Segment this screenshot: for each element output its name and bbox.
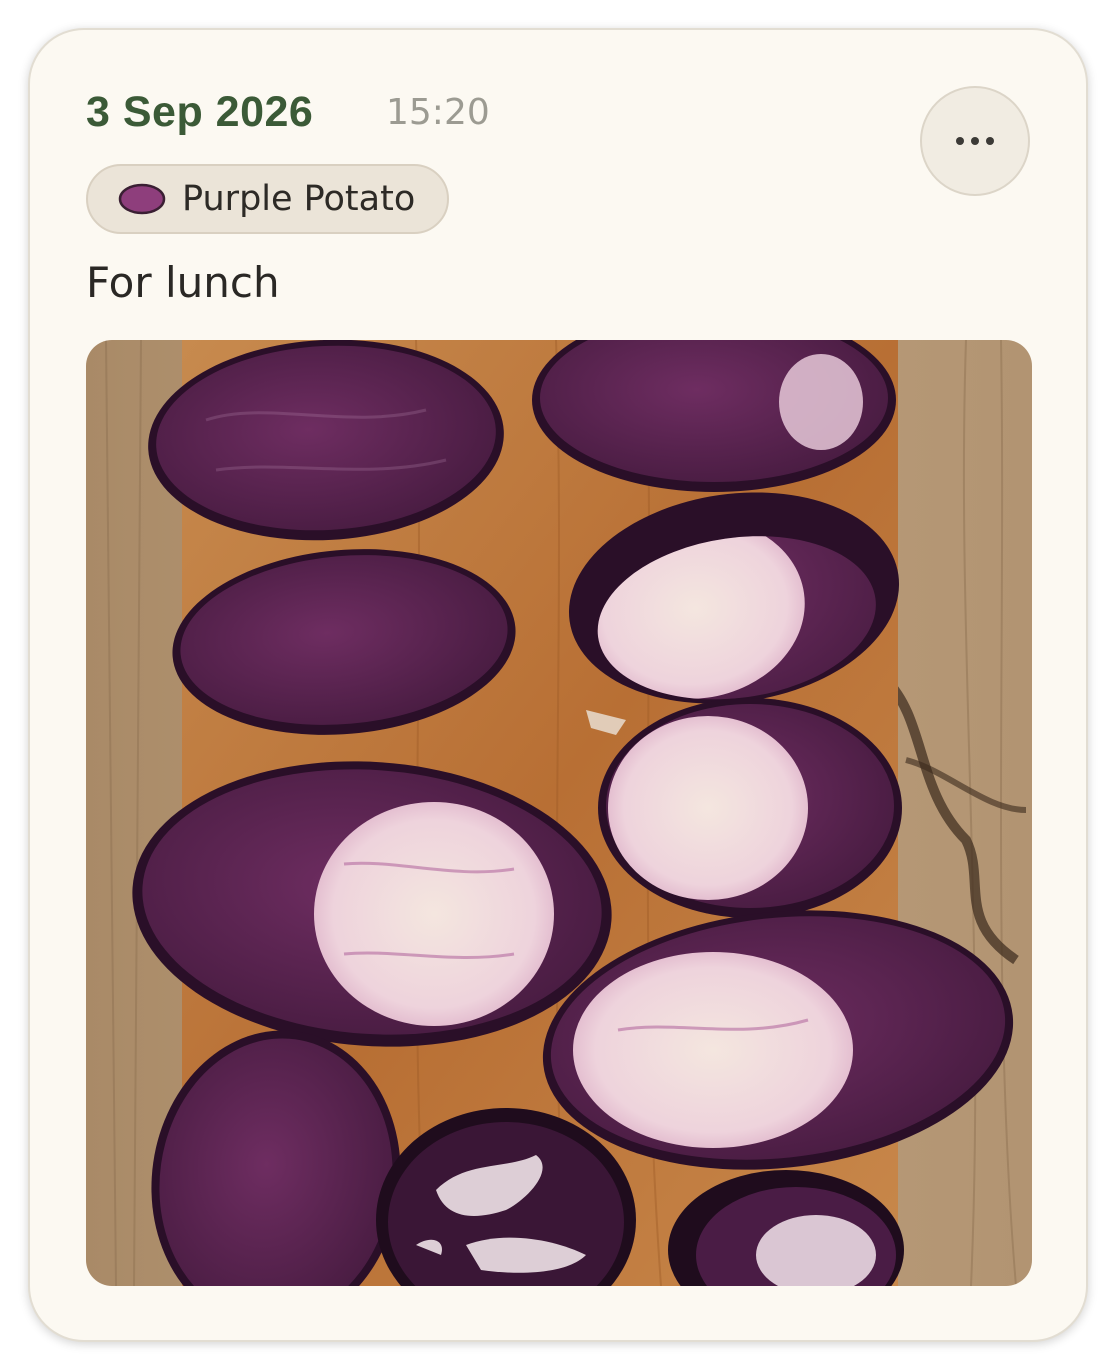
purple-potato-icon xyxy=(118,183,166,215)
tag-label: Purple Potato xyxy=(182,179,416,219)
ellipsis-dot xyxy=(971,137,979,145)
entry-card[interactable]: 3 Sep 2026 15:20 Purple Potato For lunch xyxy=(28,28,1088,1342)
ellipsis-icon xyxy=(956,137,964,145)
more-options-button[interactable] xyxy=(920,86,1030,196)
entry-note: For lunch xyxy=(86,258,280,307)
food-tag[interactable]: Purple Potato xyxy=(86,164,450,234)
entry-time: 15:20 xyxy=(386,92,490,133)
entry-date: 3 Sep 2026 xyxy=(86,88,314,136)
ellipsis-dot xyxy=(986,137,994,145)
entry-photo[interactable] xyxy=(86,340,1032,1286)
